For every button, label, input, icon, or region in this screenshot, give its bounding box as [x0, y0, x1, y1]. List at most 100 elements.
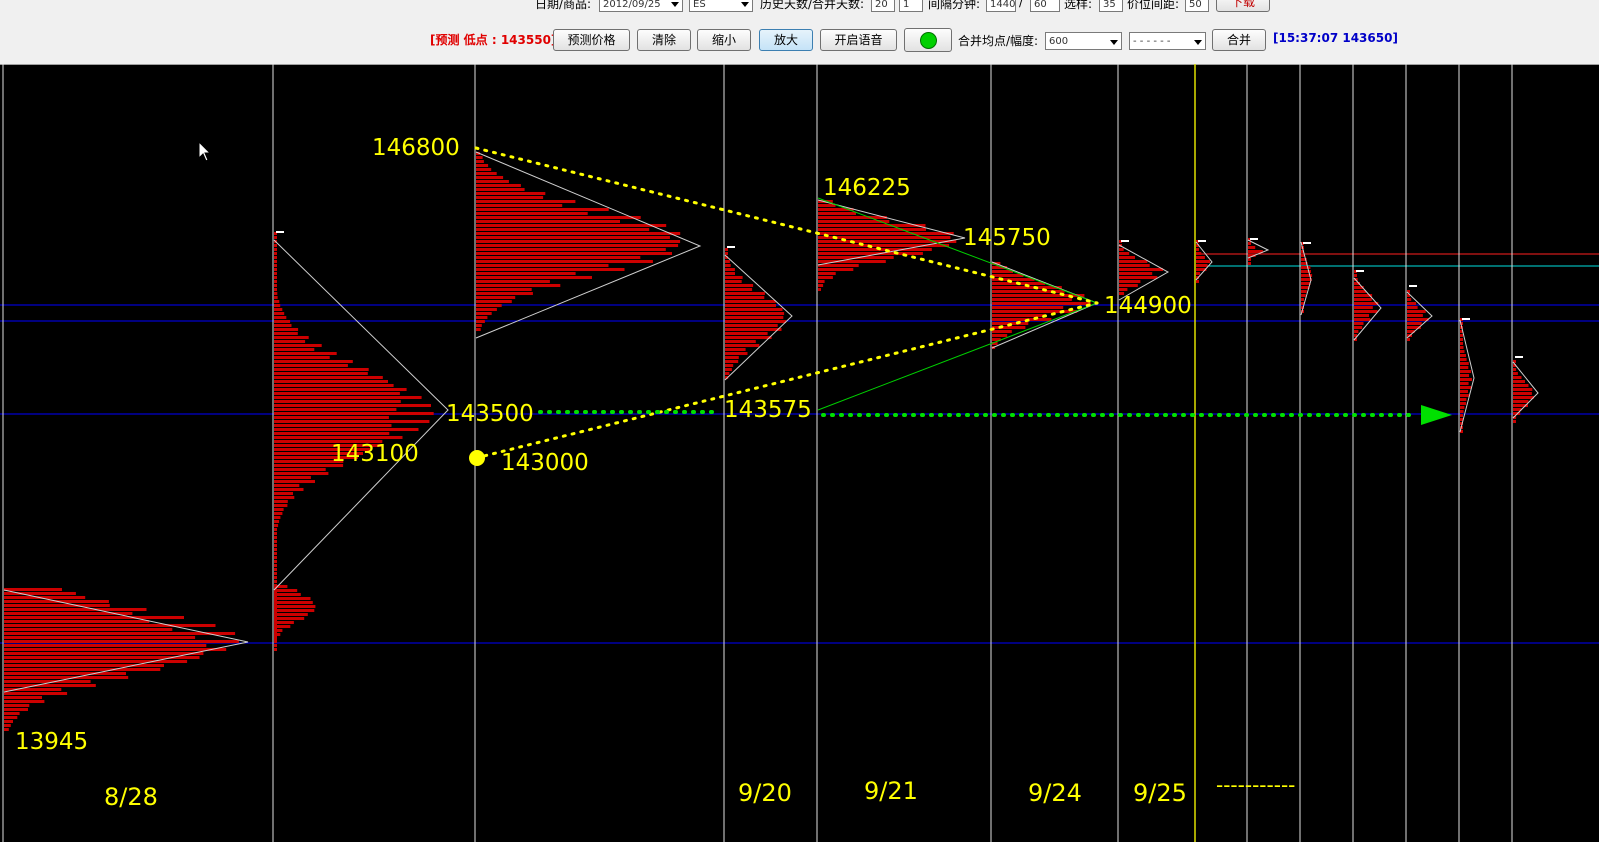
- market-profile-chart: [0, 64, 1599, 842]
- profile-bar: [4, 652, 204, 655]
- clock-price-status: [15:37:07 143650]: [1273, 31, 1398, 45]
- profile-bar: [274, 609, 315, 612]
- zoom-in-button[interactable]: 放大: [759, 29, 813, 51]
- interval-b-input[interactable]: 60: [1030, 0, 1060, 12]
- symbol-select-value: ES: [693, 0, 706, 10]
- profile-bar: [1460, 402, 1467, 405]
- profile-bar: [1460, 406, 1465, 409]
- merge-amplitude-select[interactable]: 600: [1045, 32, 1122, 50]
- profile-bar: [274, 544, 277, 547]
- profile-bar: [725, 248, 728, 251]
- profile-bar: [1119, 276, 1158, 279]
- date-select[interactable]: 2012/09/25: [599, 0, 683, 12]
- download-button[interactable]: 下载: [1216, 0, 1270, 12]
- profile-bar: [476, 200, 576, 203]
- chart-area[interactable]: 146800 146225 145750 144900 143500 14357…: [0, 64, 1599, 842]
- profile-bar: [274, 284, 277, 287]
- profile-bar: [1460, 382, 1469, 385]
- profile-bar: [274, 352, 337, 355]
- merge-days-input[interactable]: 1: [899, 0, 923, 12]
- profile-bar: [818, 232, 954, 235]
- profile-bar: [1460, 334, 1463, 337]
- history-days-input[interactable]: 20: [871, 0, 895, 12]
- profile-bar: [274, 308, 283, 311]
- profile-bar: [476, 232, 681, 235]
- status-light-button[interactable]: [904, 28, 952, 52]
- profile-tick: [1356, 270, 1364, 272]
- profile-bar: [725, 336, 772, 339]
- profile-bar: [1196, 256, 1205, 259]
- profile-bar: [725, 296, 765, 299]
- profile-bar: [274, 400, 401, 403]
- profile-bar: [274, 268, 277, 271]
- profile-bar: [274, 536, 277, 539]
- price-label: 145750: [963, 225, 1051, 251]
- profile-bar: [274, 356, 330, 359]
- profile-bar: [1354, 314, 1369, 317]
- profile-bar: [4, 708, 28, 711]
- profile-bar: [274, 252, 277, 255]
- line-style-select[interactable]: - - - - - -: [1129, 32, 1206, 50]
- profile-bar: [725, 312, 785, 315]
- profile-bar: [274, 236, 277, 239]
- profile-bar: [476, 168, 492, 171]
- profile-bar: [274, 376, 383, 379]
- profile-bar: [992, 318, 1052, 321]
- profile-bar: [274, 532, 277, 535]
- profile-bar: [274, 264, 277, 267]
- profile-bar: [725, 264, 731, 267]
- zoom-out-button[interactable]: 缩小: [697, 29, 751, 51]
- spacing-input[interactable]: 50: [1185, 0, 1209, 12]
- profile-bar: [4, 676, 129, 679]
- profile-bar: [274, 332, 298, 335]
- voice-toggle-button[interactable]: 开启语音: [820, 29, 897, 51]
- profile-bar: [1196, 280, 1199, 283]
- profile-bar: [4, 640, 239, 643]
- profile-bar: [1196, 248, 1199, 251]
- profile-bar: [1354, 318, 1371, 321]
- merge-button[interactable]: 合并: [1212, 29, 1266, 51]
- mouse-cursor-icon: [198, 141, 212, 162]
- profile-bar: [274, 468, 326, 471]
- profile-bar: [1354, 274, 1357, 277]
- price-label: 143575: [724, 397, 812, 423]
- profile-bar: [1354, 290, 1367, 293]
- profile-bar: [1460, 338, 1463, 341]
- clear-button[interactable]: 清除: [637, 29, 691, 51]
- profile-bar: [4, 720, 13, 723]
- chevron-down-icon: [741, 2, 749, 7]
- profile-bar: [1513, 380, 1525, 383]
- profile-bar: [476, 240, 681, 243]
- pick-input[interactable]: 35: [1099, 0, 1123, 12]
- profile-bar: [1407, 306, 1418, 309]
- profile-bar: [274, 480, 315, 483]
- profile-bar: [274, 601, 313, 604]
- date-label: 8/28: [104, 783, 158, 811]
- forecast-price-button[interactable]: 预测价格: [553, 29, 630, 51]
- profile-bar: [1513, 420, 1516, 423]
- date-label: 9/21: [864, 777, 918, 805]
- profile-bar: [274, 564, 277, 567]
- profile-bar: [274, 248, 277, 251]
- profile-bar: [274, 436, 403, 439]
- profile-bar: [4, 624, 216, 627]
- profile-bar: [274, 548, 277, 551]
- price-label: 13945: [15, 729, 89, 755]
- profile-bar: [4, 608, 147, 611]
- profile-bar: [274, 589, 298, 592]
- profile-bar: [476, 284, 561, 287]
- profile-bar: [725, 316, 784, 319]
- profile-bar: [725, 348, 746, 351]
- profile-bar: [1196, 260, 1211, 263]
- profile-bar: [476, 220, 620, 223]
- profile-bar: [1354, 306, 1373, 309]
- profile-bar: [274, 392, 400, 395]
- interval-a-input[interactable]: 1440: [986, 0, 1016, 12]
- profile-bar: [1460, 342, 1463, 345]
- profile-bar: [1460, 366, 1469, 369]
- profile-bar: [1196, 252, 1202, 255]
- profile-bar: [274, 320, 291, 323]
- status-light-icon: [919, 32, 937, 49]
- symbol-select[interactable]: ES: [689, 0, 753, 12]
- price-label: 143000: [501, 450, 589, 476]
